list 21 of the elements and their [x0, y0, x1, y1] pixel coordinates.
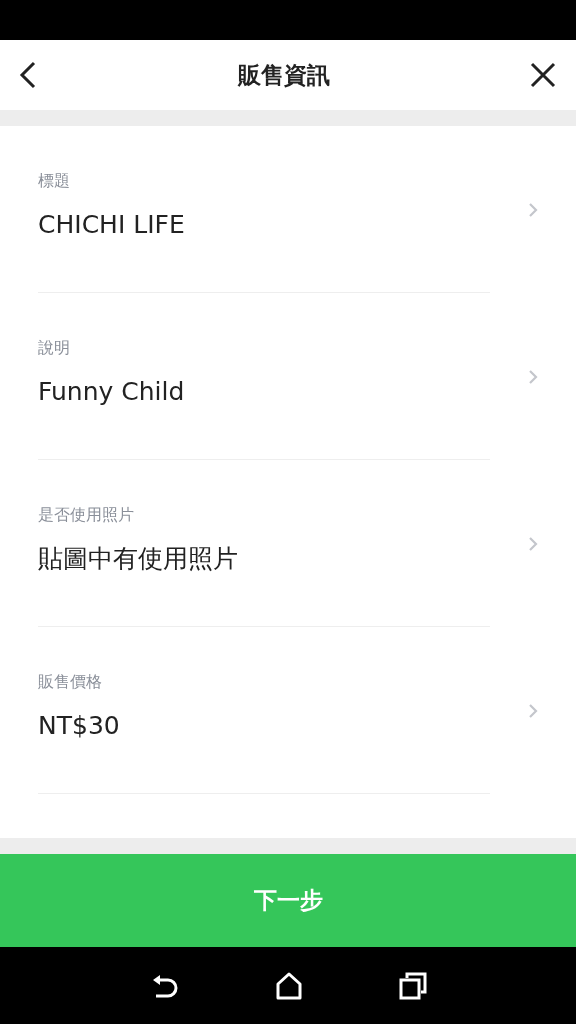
chevron-icon	[528, 536, 538, 552]
field-label: 說明	[38, 338, 71, 358]
field-label: 是否使用照片	[38, 505, 135, 525]
field-label: 標題	[38, 171, 71, 191]
recent-apps-icon[interactable]	[399, 971, 428, 1000]
form-row[interactable]: 標題 CHICHI LIFE	[38, 126, 490, 293]
field-label: 販售價格	[38, 672, 103, 692]
home-icon[interactable]	[276, 971, 302, 1000]
field-value: NT$30	[38, 710, 120, 742]
field-value: CHICHI LIFE	[38, 209, 185, 241]
form-row[interactable]: 說明 Funny Child	[38, 293, 490, 460]
close-icon	[530, 62, 556, 88]
chevron-icon	[528, 202, 538, 218]
page-title: 販售資訊	[238, 60, 330, 90]
form-row[interactable]: 販售價格 NT$30	[38, 627, 490, 794]
field-value: Funny Child	[38, 376, 185, 408]
form-row[interactable]: 是否使用照片 貼圖中有使用照片	[38, 460, 490, 627]
field-value: 貼圖中有使用照片	[38, 543, 238, 575]
chevron-icon	[528, 369, 538, 385]
chevron-icon	[528, 703, 538, 719]
back-chevron-icon	[18, 60, 38, 90]
